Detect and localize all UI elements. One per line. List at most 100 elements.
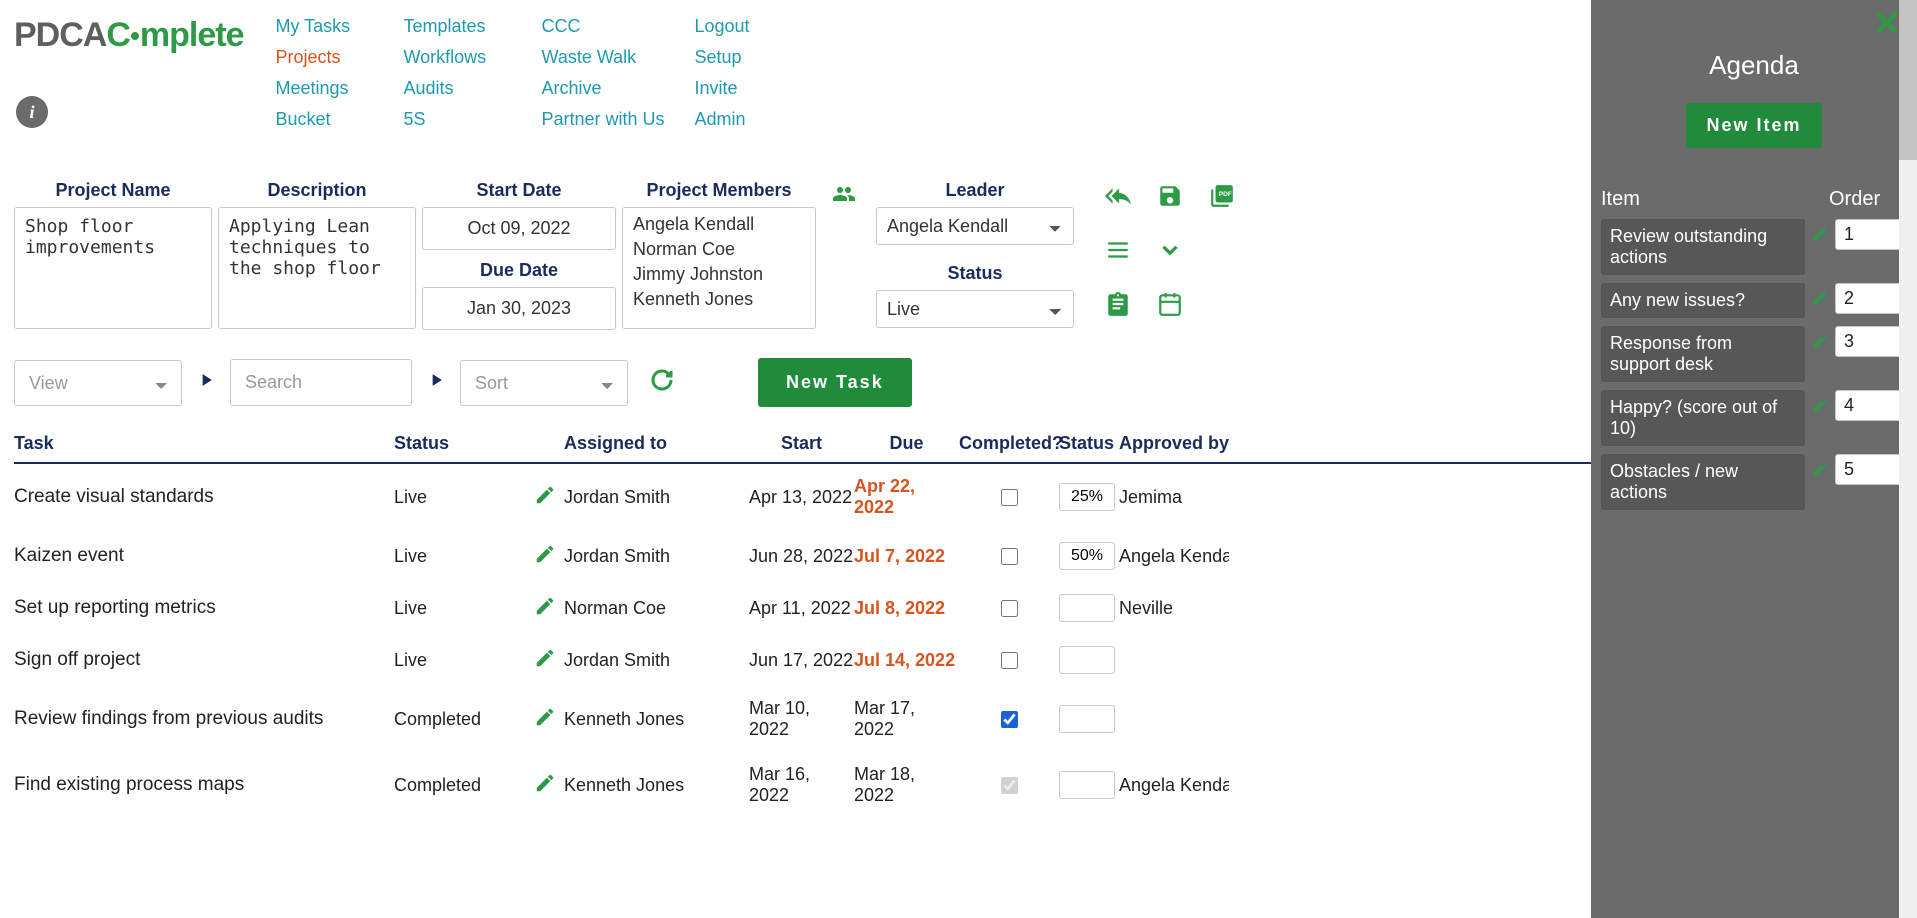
edit-icon[interactable] [534,772,564,799]
pdf-icon[interactable]: PDF [1208,182,1236,210]
completed-checkbox[interactable] [1001,548,1018,565]
edit-icon[interactable] [534,543,564,570]
nav-archive[interactable]: Archive [542,78,687,99]
agenda-item-text[interactable]: Obstacles / new actions [1601,454,1805,510]
member-option[interactable]: Kenneth Jones [623,287,815,312]
completed-checkbox[interactable] [1001,711,1018,728]
description-input[interactable]: Applying Lean techniques to the shop flo… [218,207,416,329]
label-description: Description [267,180,366,201]
nav-meetings[interactable]: Meetings [276,78,396,99]
project-name-input[interactable]: Shop floor improvements [14,207,212,329]
edit-icon[interactable] [1811,390,1829,419]
status-pct-input[interactable] [1059,646,1115,674]
edit-icon[interactable] [534,706,564,733]
nav-audits[interactable]: Audits [404,78,534,99]
refresh-icon[interactable] [650,368,674,397]
th-assigned: Assigned to [564,433,749,454]
sort-select[interactable]: Sort [460,360,628,406]
task-start: Mar 10, 2022 [749,698,854,740]
edit-icon[interactable] [1811,454,1829,483]
status-pct-input[interactable] [1059,542,1115,570]
svg-text:PDF: PDF [1219,191,1232,198]
label-status: Status [947,263,1002,284]
agenda-item-text[interactable]: Happy? (score out of 10) [1601,390,1805,446]
completed-checkbox[interactable] [1001,489,1018,506]
project-members-listbox[interactable]: Angela KendallNorman CoeJimmy JohnstonKe… [622,207,816,329]
label-project-name: Project Name [55,180,170,201]
nav-my-tasks[interactable]: My Tasks [276,16,396,37]
task-assigned: Jordan Smith [564,650,749,671]
info-icon[interactable]: i [16,96,48,128]
calendar-icon[interactable] [1156,290,1184,318]
completed-checkbox[interactable] [1001,600,1018,617]
member-option[interactable]: Angela Kendall [623,212,815,237]
new-item-button[interactable]: New Item [1686,103,1821,148]
view-apply-icon[interactable] [196,370,216,395]
agenda-order-input[interactable] [1835,219,1907,250]
scrollbar-thumb[interactable] [1899,0,1917,160]
th-task: Task [14,433,394,454]
task-name: Sign off project [14,649,394,671]
nav-templates[interactable]: Templates [404,16,534,37]
edit-icon[interactable] [534,484,564,511]
label-start-date: Start Date [476,180,561,201]
reply-all-icon[interactable] [1104,182,1132,210]
close-icon[interactable]: ✕ [1873,4,1902,44]
nav-partner[interactable]: Partner with Us [542,109,687,130]
save-icon[interactable] [1156,182,1184,210]
task-assigned: Jordan Smith [564,487,749,508]
nav-workflows[interactable]: Workflows [404,47,534,68]
nav-logout[interactable]: Logout [695,16,820,37]
nav-admin[interactable]: Admin [695,109,820,130]
completed-checkbox[interactable] [1001,652,1018,669]
task-approved: Angela Kenda [1119,775,1229,796]
agenda-item: Response from support desk [1601,326,1907,382]
status-pct-input[interactable] [1059,483,1115,511]
agenda-item-text[interactable]: Any new issues? [1601,283,1805,318]
start-date-input[interactable] [422,207,616,250]
agenda-order-input[interactable] [1835,283,1907,314]
nav-waste-walk[interactable]: Waste Walk [542,47,687,68]
leader-select[interactable]: Angela Kendall [876,207,1074,245]
status-pct-input[interactable] [1059,705,1115,733]
list-icon[interactable] [1104,236,1132,264]
view-select[interactable]: View [14,360,182,406]
search-input[interactable] [230,359,412,406]
agenda-order-input[interactable] [1835,454,1907,485]
agenda-item-text[interactable]: Response from support desk [1601,326,1805,382]
edit-icon[interactable] [1811,283,1829,312]
nav-bucket[interactable]: Bucket [276,109,396,130]
nav-invite[interactable]: Invite [695,78,820,99]
nav-5s[interactable]: 5S [404,109,534,130]
th-approved: Approved by [1119,433,1229,454]
agenda-order-input[interactable] [1835,390,1907,421]
member-option[interactable]: Jimmy Johnston [623,262,815,287]
nav-projects[interactable]: Projects [276,47,396,68]
status-select[interactable]: Live [876,290,1074,328]
due-date-input[interactable] [422,287,616,330]
completed-checkbox [1001,777,1018,794]
th-status: Status [394,433,534,454]
task-assigned: Jordan Smith [564,546,749,567]
search-apply-icon[interactable] [426,370,446,395]
edit-icon[interactable] [534,595,564,622]
clipboard-icon[interactable] [1104,290,1132,318]
nav-setup[interactable]: Setup [695,47,820,68]
member-option[interactable]: Norman Coe [623,237,815,262]
nav-ccc[interactable]: CCC [542,16,687,37]
task-due: Jul 14, 2022 [854,650,959,671]
edit-icon[interactable] [1811,326,1829,355]
edit-icon[interactable] [534,647,564,674]
agenda-item-text[interactable]: Review outstanding actions [1601,219,1805,275]
members-icon[interactable] [832,180,856,212]
chevron-down-icon[interactable] [1156,236,1184,264]
edit-icon[interactable] [1811,219,1829,248]
status-pct-input[interactable] [1059,594,1115,622]
task-approved: Neville [1119,598,1229,619]
new-task-button[interactable]: New Task [758,358,912,407]
task-assigned: Kenneth Jones [564,709,749,730]
status-pct-input[interactable] [1059,771,1115,799]
agenda-item: Review outstanding actions [1601,219,1907,275]
th-status2: Status [1059,433,1119,454]
agenda-order-input[interactable] [1835,326,1907,357]
